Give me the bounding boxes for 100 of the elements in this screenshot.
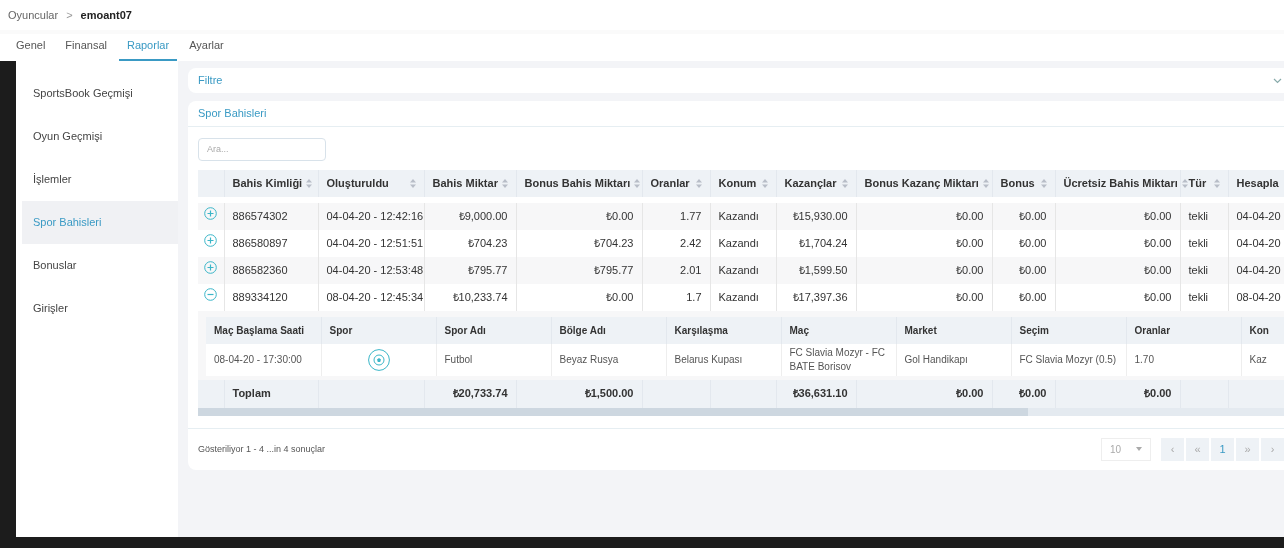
column-header: Konum (718, 175, 757, 191)
column-header: Bölge Adı (559, 324, 606, 336)
sidebar-item[interactable]: Oyun Geçmişi (22, 115, 178, 158)
column-header: Hesapla (1236, 175, 1279, 191)
sort-icon[interactable] (501, 178, 508, 188)
table-cell: 889334120 (232, 290, 288, 303)
table-cell: 2.01 (680, 263, 702, 276)
table-cell: 04-04-20 - 12:51:51 (326, 236, 424, 249)
table-cell: ₺795.77 (593, 263, 634, 276)
table-cell: ₺9,000.00 (458, 209, 508, 222)
breadcrumb-link[interactable]: Oyuncular (8, 6, 59, 24)
table-cell: tekli (1188, 263, 1209, 276)
table-cell: ₺0.00 (956, 263, 984, 276)
horizontal-scrollbar[interactable] (198, 407, 1284, 416)
table-cell: Kazandı (718, 236, 759, 249)
sidebar-item[interactable]: SportsBook Geçmişi (22, 72, 178, 115)
sidebar-item[interactable]: İşlemler (22, 158, 178, 201)
table-cell: 1.7 (686, 290, 702, 303)
total-cell: ₺20,733.74 (452, 387, 508, 400)
table-cell: Kazandı (718, 209, 759, 222)
table-cell: 886580897 (232, 236, 288, 249)
table-cell: 2.42 (680, 236, 702, 249)
column-header: Seçim (1019, 324, 1049, 336)
table-cell: ₺0.00 (1144, 263, 1172, 276)
breadcrumb-separator: > (66, 7, 73, 23)
sort-icon[interactable] (761, 178, 768, 188)
table-cell: 04-04-20 - 12:42:16 (326, 209, 424, 222)
table-cell: Kazandı (718, 263, 759, 276)
table-cell: 04-04-20 (1236, 236, 1281, 249)
table-cell: 1.70 (1134, 353, 1154, 365)
table-cell: ₺0.00 (956, 290, 984, 303)
column-header: Maç Başlama Saati (214, 324, 305, 336)
column-header: Kon (1249, 324, 1269, 336)
tab[interactable]: Ayarlar (181, 36, 232, 61)
column-header: Bahis Kimliği (232, 175, 303, 191)
column-header: Spor Adı (444, 324, 486, 336)
sort-icon[interactable] (1213, 178, 1220, 188)
table-cell: 04-04-20 (1236, 263, 1281, 276)
table-cell: ₺1,704.24 (798, 236, 848, 249)
table-cell: ₺10,233.74 (452, 290, 508, 303)
table-cell: tekli (1188, 236, 1209, 249)
table-cell: ₺17,397.36 (792, 290, 848, 303)
results-summary: Gösteriliyor 1 - 4 ...in 4 sonuçlar (198, 442, 326, 456)
total-cell: ₺0.00 (1019, 387, 1047, 400)
column-header: Bahis Miktar (432, 175, 498, 191)
table-cell: ₺1,599.50 (798, 263, 848, 276)
table-cell: Gol Handikapı (904, 353, 968, 365)
sort-icon[interactable] (982, 178, 989, 188)
table-cell: ₺795.77 (467, 263, 508, 276)
column-header: Karşılaşma (674, 324, 728, 336)
column-header: Oranlar (1134, 324, 1171, 336)
sidebar-item[interactable]: Girişler (22, 287, 178, 330)
table-cell: ₺0.00 (1144, 290, 1172, 303)
table-cell: ₺0.00 (606, 209, 634, 222)
sort-icon[interactable] (634, 178, 641, 188)
collapse-icon[interactable] (204, 288, 218, 302)
totals-label: Toplam (232, 387, 271, 400)
table-cell: 1.77 (680, 209, 702, 222)
filter-panel[interactable]: Filtre (188, 68, 1284, 93)
column-header: Kazançlar (784, 175, 837, 191)
table-cell: 04-04-20 (1236, 209, 1281, 222)
column-header: Oluşturuldu (326, 175, 389, 191)
table-cell: ₺15,930.00 (792, 209, 848, 222)
sort-icon[interactable] (695, 178, 702, 188)
sort-icon[interactable] (306, 178, 313, 188)
table-cell: ₺0.00 (1019, 209, 1047, 222)
chevron-down-icon[interactable] (1273, 77, 1282, 84)
table-cell: Futbol (444, 353, 473, 365)
total-cell: ₺0.00 (1144, 387, 1172, 400)
sort-icon[interactable] (1040, 178, 1047, 188)
table-cell: 04-04-20 - 12:53:48 (326, 263, 424, 276)
table-cell: ₺0.00 (956, 236, 984, 249)
column-header: Bonus (1000, 175, 1035, 191)
sidebar-item[interactable]: Bonuslar (22, 244, 178, 287)
table-cell: FC Slavia Mozyr - FC BATE Borisov (789, 346, 886, 372)
breadcrumb-current: emoant07 (80, 7, 132, 23)
column-header: Market (904, 324, 937, 336)
expand-icon[interactable] (204, 234, 218, 248)
table-cell: 08-04-20 (1236, 290, 1281, 303)
sort-icon[interactable] (841, 178, 848, 188)
expand-icon[interactable] (204, 207, 218, 221)
sort-icon[interactable] (409, 178, 416, 188)
tab[interactable]: Finansal (57, 36, 115, 61)
table-cell: ₺0.00 (1144, 236, 1172, 249)
table-cell: tekli (1188, 290, 1209, 303)
table-cell: ₺704.23 (593, 236, 634, 249)
expand-icon[interactable] (204, 261, 218, 275)
table-cell: Beyaz Rusya (559, 353, 619, 365)
table-cell: ₺0.00 (1019, 263, 1047, 276)
table-cell: ₺0.00 (1019, 290, 1047, 303)
total-cell: ₺1,500.00 (584, 387, 634, 400)
total-cell: ₺0.00 (956, 387, 984, 400)
table-cell: tekli (1188, 209, 1209, 222)
table-cell: 886574302 (232, 209, 288, 222)
tab[interactable]: Genel (8, 36, 54, 61)
search-field[interactable]: Ara... (198, 137, 326, 161)
table-cell: Kazandı (718, 290, 759, 303)
sort-icon[interactable] (1181, 178, 1188, 188)
table-cell: Kaz (1249, 353, 1267, 365)
column-header: Spor (329, 324, 353, 336)
